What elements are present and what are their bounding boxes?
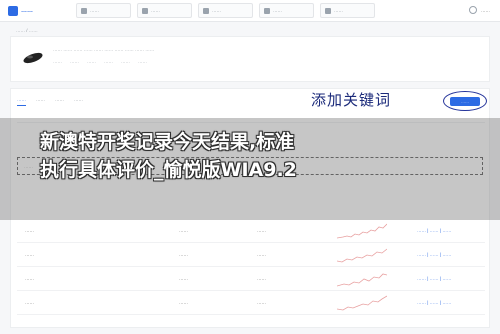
row-actions[interactable]: …… | …… | …… [417,252,451,257]
nav-label: …… [273,8,282,13]
nav-item-4[interactable]: …… [259,3,314,18]
keyword-cell: …… [25,252,34,257]
logo-text: …… [21,8,33,14]
meta-item: …… [121,59,130,64]
handwritten-annotation: 添加关键词 [311,91,392,109]
add-keyword-button[interactable]: …… [450,96,480,106]
table-row: …… …… …… …… | …… | …… [17,243,485,267]
product-image [23,52,43,64]
meta-item: …… [53,59,62,64]
banner-text: 新澳特开奖记录今天结果,标准 执行具体评价_愉悦版WIA9.2 [40,128,480,184]
nav-label: …… [90,8,99,13]
bell-icon[interactable] [469,6,477,14]
nav-item-3[interactable]: …… [198,3,253,18]
annotation-circle: …… [443,91,487,111]
settings-icon [325,7,331,14]
top-bar: …… …… …… …… …… …… …… [0,0,500,22]
tab-bar: …… …… …… …… [17,97,83,106]
status-cell: …… [257,252,266,257]
trend-sparkline [337,295,387,311]
status-cell: …… [257,228,266,233]
status-cell: …… [257,300,266,305]
product-card: …… …… …… …… …… …… …… …… …… …… …… …… …… …… [10,36,490,82]
tab-3[interactable]: …… [55,97,64,106]
table-row: …… …… …… …… | …… | …… [17,291,485,315]
doc-icon [203,7,209,14]
tab-1[interactable]: …… [17,97,26,106]
table-row: …… …… …… …… | …… | …… [17,267,485,291]
product-meta: …… …… …… …… …… …… [53,59,147,64]
trend-sparkline [337,223,387,239]
nav-item-1[interactable]: …… [76,3,131,18]
keyword-cell: …… [25,276,34,281]
nav-label: …… [212,8,221,13]
banner-line-2: 执行具体评价_愉悦版WIA9.2 [40,159,297,181]
meta-item: …… [104,59,113,64]
user-menu[interactable]: …… [469,6,490,14]
status-cell: …… [257,276,266,281]
meta-item: …… [138,59,147,64]
tab-2[interactable]: …… [36,97,45,106]
nav-item-2[interactable]: …… [137,3,192,18]
user-name: …… [481,7,490,13]
row-actions[interactable]: …… | …… | …… [417,276,451,281]
trend-sparkline [337,248,387,263]
banner-line-1: 新澳特开奖记录今天结果,标准 [40,131,295,153]
value-cell: …… [179,252,188,257]
keyword-cell: …… [25,228,34,233]
nav-label: …… [151,8,160,13]
trend-sparkline [337,273,387,287]
keyword-cell: …… [25,300,34,305]
value-cell: …… [179,300,188,305]
meta-item: …… [70,59,79,64]
table-row: …… …… …… …… | …… | …… [17,219,485,243]
breadcrumb[interactable]: …… / …… [16,28,38,33]
nav-label: …… [334,8,343,13]
main-nav: …… …… …… …… …… [76,3,375,18]
chart-icon [142,7,148,14]
row-actions[interactable]: …… | …… | …… [417,228,451,233]
product-title[interactable]: …… …… …… …… …… …… …… …… …… …… [53,47,373,52]
logo[interactable]: …… [8,6,33,16]
grid-icon [81,7,87,14]
meta-item: …… [87,59,96,64]
list-icon [264,7,270,14]
row-actions[interactable]: …… | …… | …… [417,300,451,305]
logo-icon [8,6,18,16]
nav-item-5[interactable]: …… [320,3,375,18]
value-cell: …… [179,228,188,233]
tab-4[interactable]: …… [74,97,83,106]
value-cell: …… [179,276,188,281]
